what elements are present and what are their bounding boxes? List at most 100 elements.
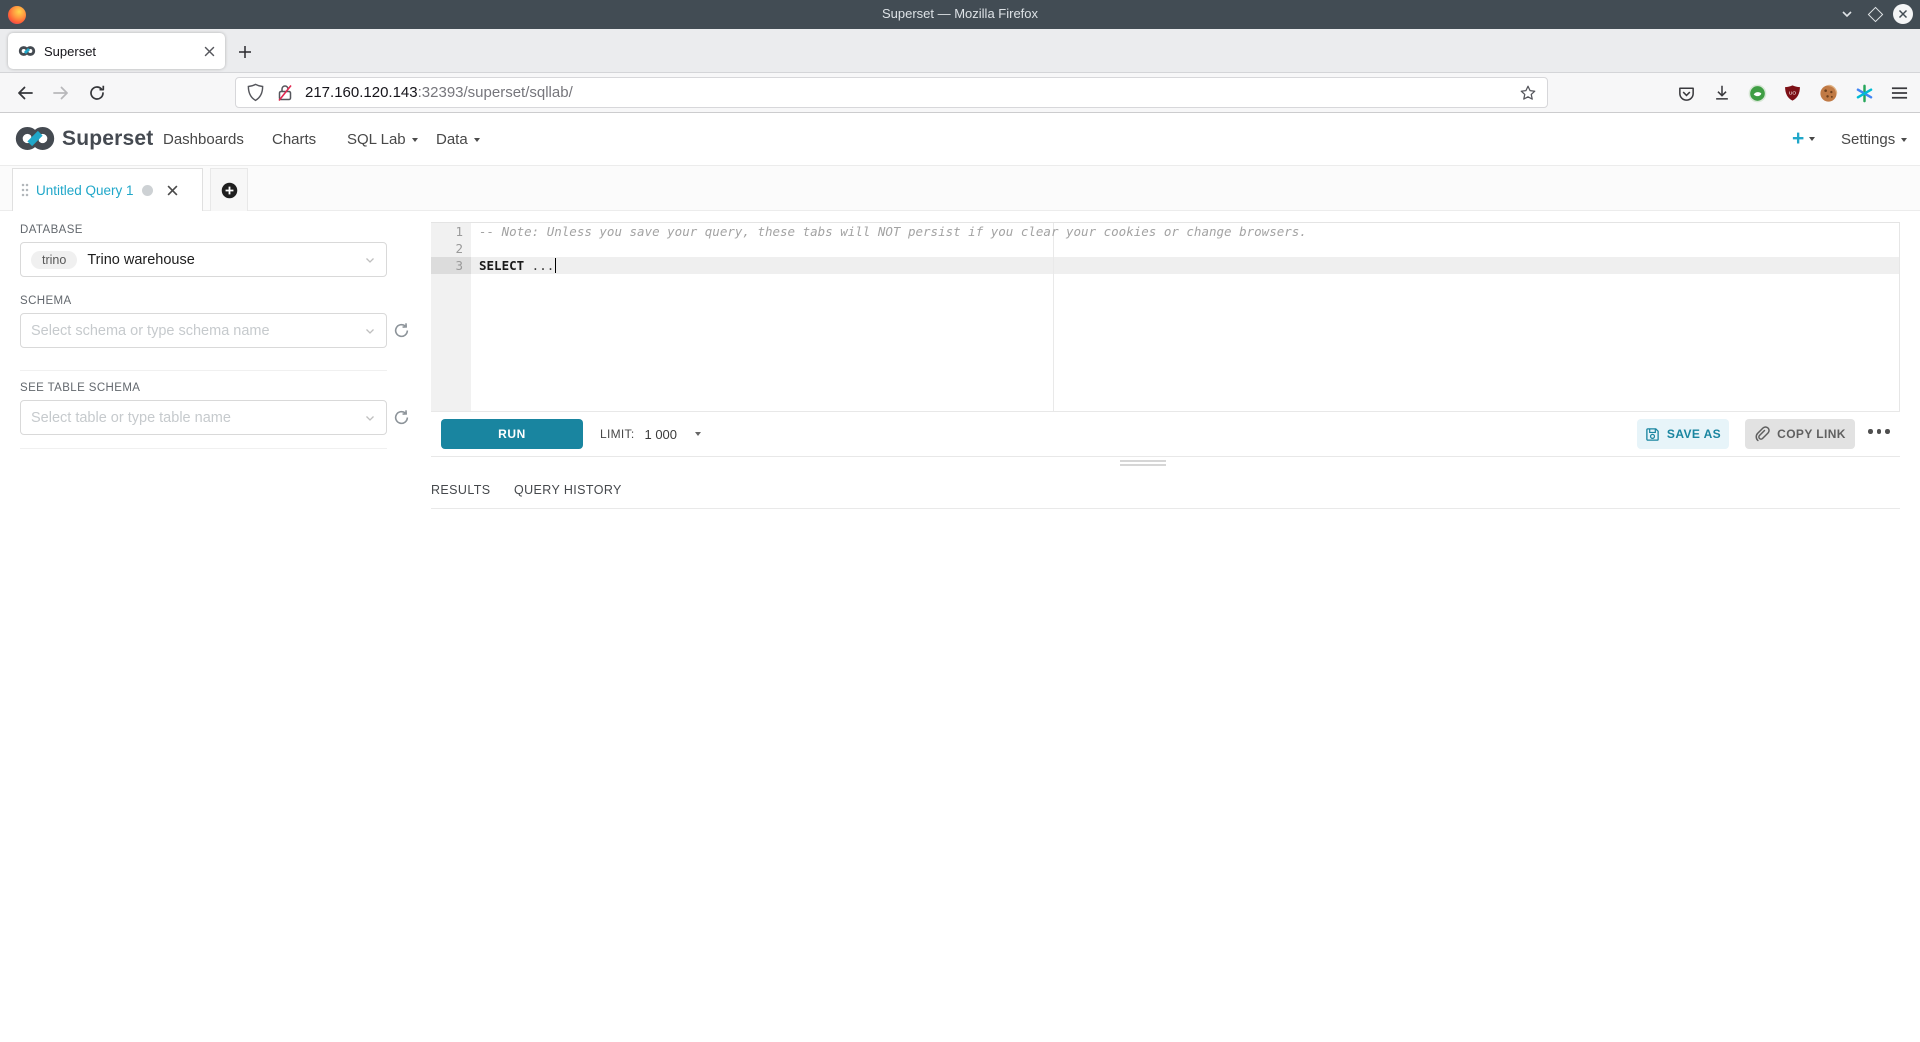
run-button[interactable]: RUN: [441, 419, 583, 449]
nav-sql-lab[interactable]: SQL Lab: [347, 131, 418, 148]
asterisk-extension-button[interactable]: [1849, 78, 1879, 108]
add-new-button[interactable]: +: [1792, 127, 1815, 151]
print-margin-line: [1053, 223, 1054, 412]
add-query-tab-button[interactable]: [210, 168, 248, 211]
browser-tab-title: Superset: [44, 44, 204, 59]
limit-value: 1 000: [644, 427, 677, 442]
active-line-highlight: [471, 257, 1900, 274]
pane-splitter-handle[interactable]: [1120, 464, 1166, 466]
superset-favicon-icon: [18, 45, 36, 57]
downloads-button[interactable]: [1707, 78, 1737, 108]
pocket-button[interactable]: [1671, 78, 1701, 108]
url-host: 217.160.120.143: [305, 84, 418, 101]
forward-button[interactable]: [46, 78, 76, 108]
line-number: 2: [431, 240, 463, 257]
browser-toolbar: 217.160.120.143:32393/superset/sqllab/ U…: [0, 73, 1920, 113]
chevron-down-icon: [1840, 7, 1854, 21]
bookmark-star-icon[interactable]: [1519, 84, 1537, 102]
ublock-shield-icon: UO: [1784, 84, 1801, 102]
refresh-tables-button[interactable]: [391, 407, 411, 427]
save-as-button[interactable]: SAVE AS: [1637, 419, 1729, 449]
tab-close-icon[interactable]: [204, 46, 215, 57]
nav-charts[interactable]: Charts: [272, 131, 316, 148]
refresh-icon: [393, 322, 410, 339]
schema-select[interactable]: [20, 313, 387, 348]
caret-down-icon: [1809, 137, 1815, 141]
window-minimize-button[interactable]: [1836, 3, 1858, 25]
tab-query-history[interactable]: QUERY HISTORY: [514, 483, 622, 497]
superset-brand[interactable]: Superset: [14, 125, 153, 152]
settings-label: Settings: [1841, 131, 1895, 148]
shield-icon[interactable]: [246, 83, 265, 102]
database-label: DATABASE: [20, 224, 83, 236]
tab-results[interactable]: RESULTS: [431, 483, 491, 497]
schema-label: SCHEMA: [20, 295, 72, 307]
menu-button[interactable]: [1884, 78, 1914, 108]
colorful-asterisk-icon: [1855, 84, 1874, 103]
window-title: Superset — Mozilla Firefox: [0, 6, 1920, 21]
back-button[interactable]: [10, 78, 40, 108]
save-icon: [1645, 427, 1660, 442]
hamburger-menu-icon: [1891, 86, 1908, 100]
refresh-schemas-button[interactable]: [391, 320, 411, 340]
cookie-extension-button[interactable]: [1813, 78, 1843, 108]
refresh-icon: [393, 409, 410, 426]
ublock-button[interactable]: UO: [1777, 78, 1807, 108]
query-tab-active[interactable]: Untitled Query 1: [12, 168, 203, 211]
database-type-badge: trino: [31, 251, 77, 269]
query-tab-close-icon[interactable]: [167, 185, 178, 196]
maximize-diamond-icon: [1867, 6, 1883, 22]
more-actions-button[interactable]: [1868, 429, 1890, 434]
chevron-down-icon: [364, 325, 376, 337]
settings-menu[interactable]: Settings: [1841, 131, 1907, 148]
limit-label: LIMIT:: [600, 427, 634, 441]
database-value: Trino warehouse: [87, 252, 194, 268]
caret-down-icon: [474, 138, 480, 142]
link-icon: [1754, 426, 1770, 442]
sql-code-rest: ...: [524, 258, 554, 273]
line-number: 1: [431, 223, 463, 240]
limit-dropdown[interactable]: LIMIT: 1 000: [600, 412, 701, 456]
window-maximize-button[interactable]: [1864, 3, 1886, 25]
cookie-icon: [1819, 84, 1838, 103]
sql-code-line: SELECT ...: [479, 257, 554, 274]
sql-keyword: SELECT: [479, 258, 524, 273]
url-bar[interactable]: 217.160.120.143:32393/superset/sqllab/: [235, 77, 1548, 108]
pocket-icon: [1677, 84, 1696, 103]
text-cursor: [555, 258, 557, 273]
save-as-label: SAVE AS: [1667, 427, 1721, 441]
green-extension-icon: [1748, 84, 1767, 103]
extension-green-button[interactable]: [1742, 78, 1772, 108]
editor-right-edge: [1899, 223, 1900, 412]
reload-button[interactable]: [82, 78, 112, 108]
query-tab-label: Untitled Query 1: [36, 183, 134, 198]
window-close-button[interactable]: [1892, 3, 1914, 25]
table-select[interactable]: [20, 400, 387, 435]
browser-tab-superset[interactable]: Superset: [8, 33, 225, 69]
schema-select-input[interactable]: [31, 323, 364, 339]
copy-link-label: COPY LINK: [1777, 427, 1846, 441]
superset-navbar: Superset Dashboards Charts SQL Lab Data …: [0, 113, 1920, 166]
nav-sql-lab-label: SQL Lab: [347, 131, 406, 148]
plus-icon: [238, 45, 252, 59]
table-select-input[interactable]: [31, 410, 364, 426]
download-icon: [1713, 84, 1731, 102]
url-path: :32393/superset/sqllab/: [418, 84, 573, 101]
south-pane-divider: [431, 508, 1900, 509]
new-tab-button[interactable]: [233, 40, 257, 64]
svg-text:UO: UO: [1788, 91, 1796, 97]
sql-comment-line: -- Note: Unless you save your query, the…: [479, 223, 1307, 240]
chevron-down-icon: [364, 412, 376, 424]
sql-editor[interactable]: 1 2 3 -- Note: Unless you save your quer…: [431, 222, 1900, 411]
database-select[interactable]: trino Trino warehouse: [20, 242, 387, 277]
insecure-lock-icon[interactable]: [277, 84, 293, 102]
nav-dashboards[interactable]: Dashboards: [163, 131, 244, 148]
nav-data[interactable]: Data: [436, 131, 480, 148]
forward-arrow-icon: [51, 83, 71, 103]
browser-tab-strip: Superset: [0, 29, 1920, 73]
pane-splitter-handle[interactable]: [1120, 460, 1166, 462]
copy-link-button[interactable]: COPY LINK: [1745, 419, 1855, 449]
sidebar-divider: [20, 370, 387, 371]
drag-handle-icon[interactable]: [21, 183, 29, 197]
editor-action-bar: RUN LIMIT: 1 000 SAVE AS COPY LINK: [431, 411, 1900, 457]
